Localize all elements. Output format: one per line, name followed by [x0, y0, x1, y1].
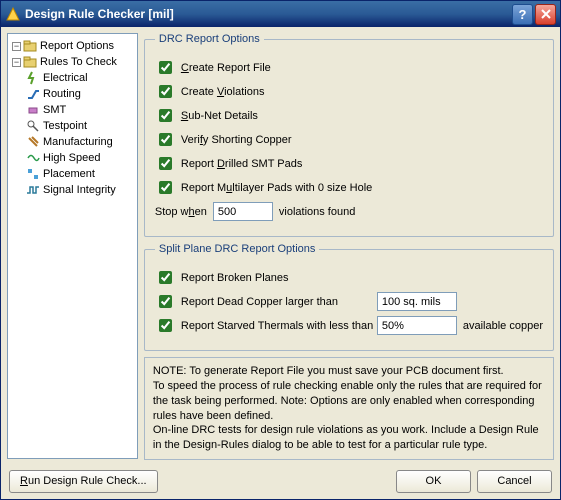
report-broken-planes-checkbox[interactable] [159, 271, 172, 284]
verify-shorting-copper-checkbox[interactable] [159, 133, 172, 146]
drc-report-options-group: DRC Report Options Create Report File Cr… [144, 33, 554, 237]
tree-label: Routing [43, 88, 81, 100]
close-button[interactable] [535, 4, 556, 25]
tree-label: Manufacturing [43, 136, 113, 148]
group-legend: Split Plane DRC Report Options [155, 243, 320, 255]
sub-net-details-checkbox[interactable] [159, 109, 172, 122]
app-icon [5, 6, 21, 22]
collapse-icon[interactable]: − [12, 58, 21, 67]
starved-thermals-post-label: available copper [463, 320, 543, 332]
dead-copper-value-input[interactable] [377, 292, 457, 311]
tree-label: Rules To Check [40, 56, 117, 68]
tree-label: Testpoint [43, 120, 87, 132]
tree-label: Report Options [40, 40, 114, 52]
electrical-icon [26, 71, 40, 85]
checkbox-label: Report Multilayer Pads with 0 size Hole [181, 182, 372, 194]
tree-high-speed[interactable]: High Speed [10, 150, 135, 166]
placement-icon [26, 167, 40, 181]
note-line: To speed the process of rule checking en… [153, 379, 545, 424]
tree-report-options[interactable]: − Report Options [10, 38, 135, 54]
checkbox-label: Report Drilled SMT Pads [181, 158, 302, 170]
high-speed-icon [26, 151, 40, 165]
smt-icon [26, 103, 40, 117]
window-title: Design Rule Checker [mil] [25, 7, 510, 21]
checkbox-label: Sub-Net Details [181, 110, 258, 122]
folder-icon [23, 39, 37, 53]
stop-when-post-label: violations found [279, 206, 355, 218]
checkbox-label: Create Report File [181, 62, 271, 74]
report-multilayer-pads-checkbox[interactable] [159, 181, 172, 194]
tree-routing[interactable]: Routing [10, 86, 135, 102]
cancel-button[interactable]: Cancel [477, 470, 552, 493]
collapse-icon[interactable]: − [12, 42, 21, 51]
tree-signal-integrity[interactable]: Signal Integrity [10, 182, 135, 198]
tree-label: SMT [43, 104, 66, 116]
manufacturing-icon [26, 135, 40, 149]
create-violations-checkbox[interactable] [159, 85, 172, 98]
title-bar: Design Rule Checker [mil] ? [1, 1, 560, 27]
folder-icon [23, 55, 37, 69]
checkbox-label: Report Broken Planes [181, 272, 289, 284]
checkbox-label: Report Dead Copper larger than [181, 296, 371, 308]
routing-icon [26, 87, 40, 101]
stop-when-input[interactable] [213, 202, 273, 221]
category-tree[interactable]: − Report Options − Rules To Check Electr… [7, 33, 138, 459]
tree-placement[interactable]: Placement [10, 166, 135, 182]
tree-manufacturing[interactable]: Manufacturing [10, 134, 135, 150]
ok-button[interactable]: OK [396, 470, 471, 493]
group-legend: DRC Report Options [155, 33, 264, 45]
testpoint-icon [26, 119, 40, 133]
help-button[interactable]: ? [512, 4, 533, 25]
report-starved-thermals-checkbox[interactable] [159, 319, 172, 332]
tree-label: High Speed [43, 152, 101, 164]
note-line: On-line DRC tests for design rule violat… [153, 423, 545, 453]
tree-electrical[interactable]: Electrical [10, 70, 135, 86]
starved-thermals-value-input[interactable] [377, 316, 457, 335]
signal-integrity-icon [26, 183, 40, 197]
report-dead-copper-checkbox[interactable] [159, 295, 172, 308]
tree-smt[interactable]: SMT [10, 102, 135, 118]
note-line: NOTE: To generate Report File you must s… [153, 364, 545, 379]
note-box: NOTE: To generate Report File you must s… [144, 357, 554, 460]
run-drc-button[interactable]: Run Design Rule Check... [9, 470, 158, 493]
button-bar: Run Design Rule Check... OK Cancel [1, 463, 560, 499]
tree-label: Electrical [43, 72, 88, 84]
tree-rules-to-check[interactable]: − Rules To Check [10, 54, 135, 70]
split-plane-options-group: Split Plane DRC Report Options Report Br… [144, 243, 554, 351]
report-drilled-smt-pads-checkbox[interactable] [159, 157, 172, 170]
create-report-file-checkbox[interactable] [159, 61, 172, 74]
tree-testpoint[interactable]: Testpoint [10, 118, 135, 134]
checkbox-label: Create Violations [181, 86, 265, 98]
checkbox-label: Verify Shorting Copper [181, 134, 292, 146]
tree-label: Placement [43, 168, 95, 180]
checkbox-label: Report Starved Thermals with less than [181, 320, 371, 332]
stop-when-label: Stop when [155, 206, 207, 218]
tree-label: Signal Integrity [43, 184, 116, 196]
